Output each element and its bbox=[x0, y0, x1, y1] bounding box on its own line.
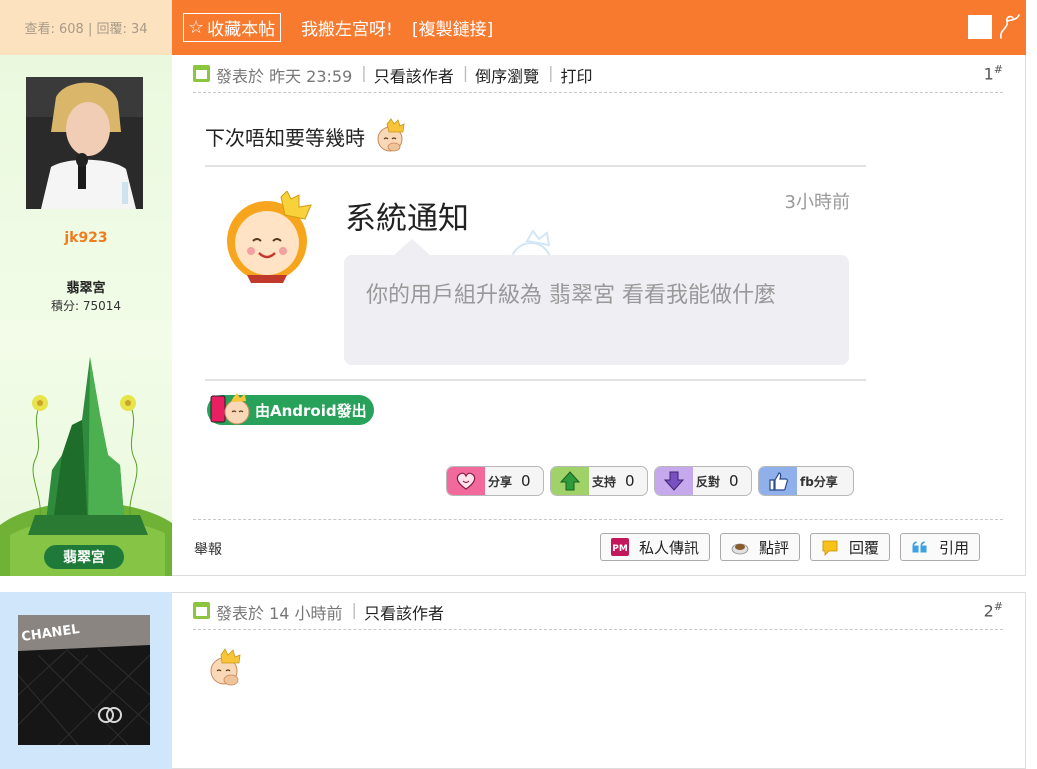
thread-header: 查看: 608 | 回覆: 34 ☆ 收藏本帖 我搬左宮呀! [複製鏈接] bbox=[0, 0, 1037, 55]
scroll-hand-icon[interactable] bbox=[995, 12, 1021, 40]
rate-label: 點評 bbox=[759, 538, 790, 557]
separator: | bbox=[462, 63, 469, 82]
system-notification-card: 系統通知 3小時前 你的用戶組升級為 翡翠宮 看看我能做什麼 bbox=[205, 165, 866, 381]
floor-number[interactable]: 2# bbox=[984, 600, 1003, 620]
rank-castle-badge bbox=[0, 357, 172, 576]
post-2: CHANEL 發表於 14 小時前 | 只看該作者 2# bbox=[0, 592, 1026, 769]
oppose-reaction-label: 反對 bbox=[696, 474, 721, 489]
reverse-view-link[interactable]: 倒序瀏覽 bbox=[475, 63, 539, 87]
post-actions: PM 私人傳訊 點評 回覆 引用 bbox=[600, 533, 981, 561]
quote-button[interactable]: 引用 bbox=[900, 533, 981, 561]
fb-share-button[interactable]: fb分享 bbox=[758, 466, 854, 496]
post-content: 發表於 14 小時前 | 只看該作者 2# bbox=[172, 592, 1026, 769]
calendar-icon bbox=[193, 65, 210, 82]
heart-icon bbox=[447, 467, 485, 495]
floor-number[interactable]: 1# bbox=[984, 63, 1003, 83]
emoji-thinking-icon bbox=[377, 118, 405, 152]
post-time: 發表於 14 小時前 bbox=[216, 604, 343, 623]
share-reaction-button[interactable]: 分享 0 bbox=[446, 466, 544, 496]
separator: | bbox=[548, 63, 554, 82]
calendar-icon bbox=[193, 602, 210, 619]
svg-text:PM: PM bbox=[612, 544, 628, 554]
only-author-link[interactable]: 只看該作者 bbox=[364, 600, 444, 624]
reaction-bar: 分享 0 支持 0 反對 0 fb分享 bbox=[446, 466, 854, 496]
share-reaction-count: 0 bbox=[521, 472, 531, 490]
speech-bubble-icon bbox=[821, 538, 839, 556]
post-footer-divider bbox=[193, 519, 1003, 520]
author-points: 積分: 75014 bbox=[50, 299, 122, 313]
avatar[interactable]: CHANEL bbox=[18, 615, 150, 745]
reply-button[interactable]: 回覆 bbox=[810, 533, 891, 561]
post-1: jk923 翡翠宮 積分: 75014 翡翠宮 發表於 昨天 23:59 | 只… bbox=[0, 55, 1026, 576]
author-sidebar: CHANEL bbox=[0, 592, 172, 769]
quote-label: 引用 bbox=[939, 538, 970, 557]
post-time: 發表於 昨天 23:59 bbox=[216, 67, 353, 86]
notification-title: 系統通知 bbox=[345, 201, 469, 237]
star-icon: ☆ bbox=[188, 16, 205, 38]
coffee-cup-icon bbox=[731, 538, 749, 556]
fb-share-label: fb分享 bbox=[800, 474, 838, 489]
thread-title-bar: ☆ 收藏本帖 我搬左宮呀! [複製鏈接] bbox=[172, 0, 1026, 55]
down-arrow-icon bbox=[655, 467, 693, 495]
support-reaction-count: 0 bbox=[625, 472, 635, 490]
post-meta: 發表於 14 小時前 | 只看該作者 2# bbox=[193, 600, 1003, 630]
author-username[interactable]: jk923 bbox=[0, 230, 172, 246]
separator: | bbox=[361, 63, 367, 82]
support-reaction-label: 支持 bbox=[592, 474, 617, 489]
print-link[interactable]: 打印 bbox=[561, 63, 593, 87]
author-sidebar: jk923 翡翠宮 積分: 75014 翡翠宮 bbox=[0, 55, 172, 576]
only-author-link[interactable]: 只看該作者 bbox=[374, 63, 454, 87]
support-reaction-button[interactable]: 支持 0 bbox=[550, 466, 648, 496]
quote-icon bbox=[911, 538, 929, 556]
floor-mark: # bbox=[993, 600, 1003, 613]
oppose-reaction-count: 0 bbox=[729, 472, 739, 490]
avatar[interactable] bbox=[26, 77, 143, 209]
android-badge-label: 由Android發出 bbox=[255, 401, 367, 420]
report-link[interactable]: 舉報 bbox=[194, 539, 222, 559]
thumbs-up-icon bbox=[759, 467, 797, 495]
pm-icon: PM bbox=[611, 538, 629, 556]
reply-label: 回覆 bbox=[849, 538, 880, 557]
android-badge[interactable]: 由Android發出 bbox=[207, 393, 374, 425]
floor-number-value: 2 bbox=[983, 601, 994, 621]
separator: | bbox=[351, 600, 357, 619]
emoji-thinking-icon bbox=[210, 648, 241, 686]
favorite-button[interactable]: ☆ 收藏本帖 bbox=[183, 13, 282, 42]
post-message-text: 下次唔知要等幾時 bbox=[205, 125, 365, 150]
android-phone-mascot-icon bbox=[210, 393, 250, 425]
thread-stats: 查看: 608 | 回覆: 34 bbox=[0, 0, 172, 55]
rank-badge-label: 翡翠宮 bbox=[63, 550, 105, 566]
notification-time: 3小時前 bbox=[784, 192, 850, 213]
rate-button[interactable]: 點評 bbox=[720, 533, 801, 561]
copy-link-button[interactable]: [複製鏈接] bbox=[412, 15, 493, 40]
notification-body: 你的用戶組升級為 翡翠宮 看看我能做什麼 bbox=[344, 239, 849, 365]
floor-mark: # bbox=[993, 63, 1003, 76]
oppose-reaction-button[interactable]: 反對 0 bbox=[654, 466, 752, 496]
private-message-label: 私人傳訊 bbox=[639, 538, 700, 557]
favorite-label: 收藏本帖 bbox=[207, 20, 276, 40]
floor-number-value: 1 bbox=[983, 64, 994, 84]
share-reaction-label: 分享 bbox=[488, 474, 513, 489]
mascot-avatar-icon bbox=[227, 191, 312, 283]
post-meta: 發表於 昨天 23:59 | 只看該作者 | 倒序瀏覽 | 打印 1# bbox=[193, 63, 1003, 93]
up-arrow-icon bbox=[551, 467, 589, 495]
toolbar-square-icon[interactable] bbox=[968, 15, 992, 39]
thread-title: 我搬左宮呀! bbox=[301, 20, 393, 40]
author-rank: 翡翠宮 bbox=[66, 281, 106, 296]
post-content: 發表於 昨天 23:59 | 只看該作者 | 倒序瀏覽 | 打印 1# 下次唔知… bbox=[172, 55, 1026, 576]
private-message-button[interactable]: PM 私人傳訊 bbox=[600, 533, 711, 561]
post-message: 下次唔知要等幾時 bbox=[205, 118, 411, 154]
